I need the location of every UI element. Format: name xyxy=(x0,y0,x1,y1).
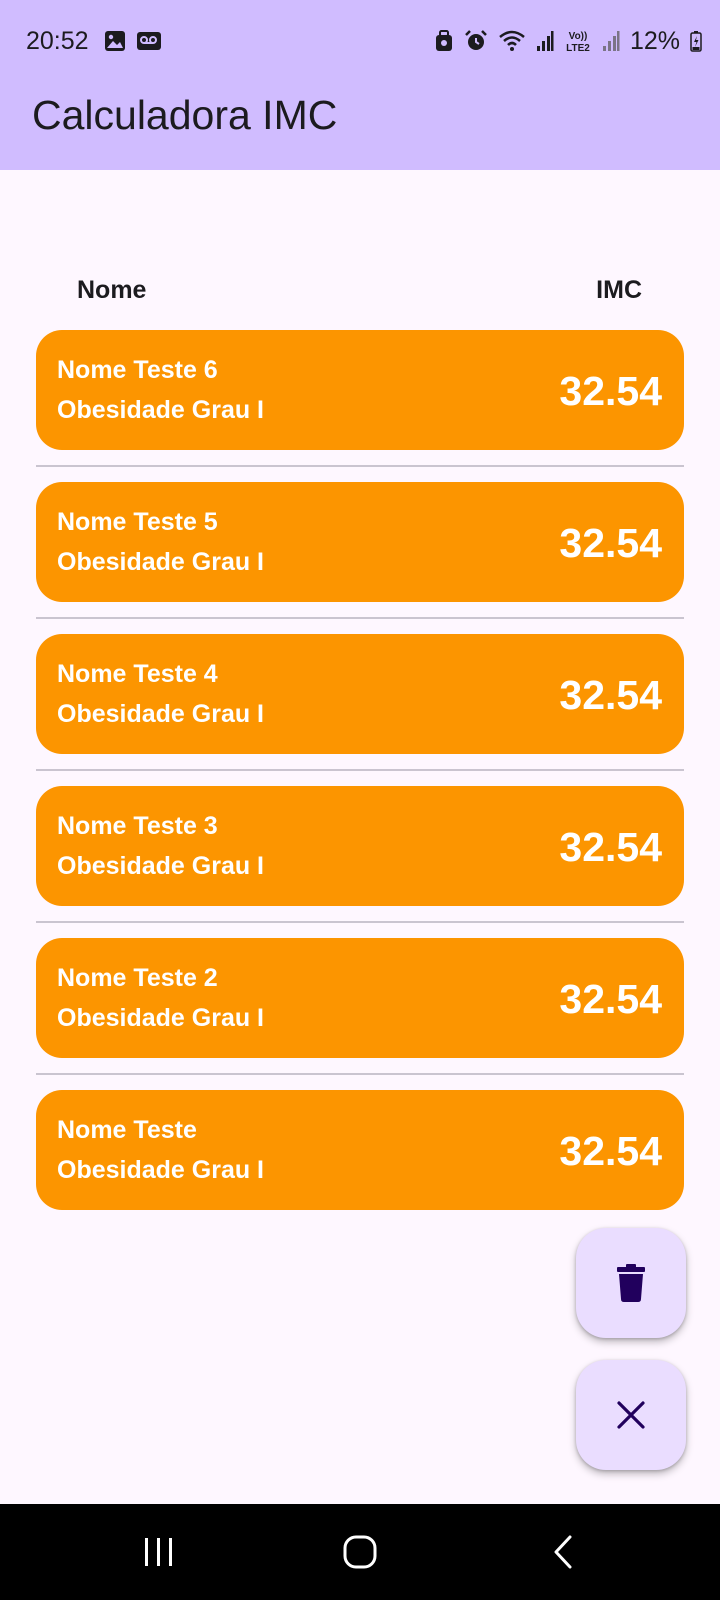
delete-all-button[interactable] xyxy=(576,1228,686,1338)
close-button[interactable] xyxy=(576,1360,686,1470)
system-nav-bar xyxy=(0,1504,720,1600)
result-category: Obesidade Grau I xyxy=(57,1004,265,1032)
result-imc-value: 32.54 xyxy=(559,520,662,566)
result-name: Nome Teste 5 xyxy=(57,508,218,536)
result-category: Obesidade Grau I xyxy=(57,548,265,576)
recents-icon[interactable] xyxy=(142,1536,176,1568)
result-category: Obesidade Grau I xyxy=(57,852,265,880)
voicemail-icon xyxy=(137,32,161,50)
result-card[interactable]: Nome Teste 5 Obesidade Grau I 32.54 xyxy=(36,482,684,602)
result-name: Nome Teste 2 xyxy=(57,964,218,992)
divider xyxy=(36,465,684,467)
divider xyxy=(36,921,684,923)
result-card[interactable]: Nome Teste 4 Obesidade Grau I 32.54 xyxy=(36,634,684,754)
result-name: Nome Teste 4 xyxy=(57,660,218,688)
result-name: Nome Teste 3 xyxy=(57,812,218,840)
briefcase-icon xyxy=(435,30,452,51)
result-card[interactable]: Nome Teste 2 Obesidade Grau I 32.54 xyxy=(36,938,684,1058)
result-imc-value: 32.54 xyxy=(559,976,662,1022)
result-category: Obesidade Grau I xyxy=(57,1156,265,1184)
result-imc-value: 32.54 xyxy=(559,672,662,718)
result-name: Nome Teste 6 xyxy=(57,356,218,384)
divider xyxy=(36,1073,684,1075)
result-card[interactable]: Nome Teste 3 Obesidade Grau I 32.54 xyxy=(36,786,684,906)
result-imc-value: 32.54 xyxy=(559,824,662,870)
image-icon xyxy=(105,31,125,51)
close-icon xyxy=(617,1401,645,1429)
battery-icon xyxy=(690,31,702,52)
result-name: Nome Teste xyxy=(57,1116,197,1144)
result-imc-value: 32.54 xyxy=(559,1128,662,1174)
result-card[interactable]: Nome Teste 6 Obesidade Grau I 32.54 xyxy=(36,330,684,450)
result-category: Obesidade Grau I xyxy=(57,700,265,728)
divider xyxy=(36,769,684,771)
result-imc-value: 32.54 xyxy=(559,368,662,414)
divider xyxy=(36,617,684,619)
svg-text:Vo)): Vo)) xyxy=(569,31,588,42)
alarm-icon xyxy=(465,30,487,50)
status-time: 20:52 xyxy=(26,27,89,55)
signal-icon xyxy=(536,31,554,51)
home-icon[interactable] xyxy=(342,1534,378,1570)
status-left-icons xyxy=(104,28,162,54)
volte-icon: Vo)) LTE2 xyxy=(566,31,590,54)
page-title: Calculadora IMC xyxy=(32,92,338,138)
signal-icon xyxy=(602,31,620,51)
trash-icon xyxy=(617,1264,645,1302)
battery-percent: 12% xyxy=(629,26,680,55)
column-header-imc: IMC xyxy=(596,276,642,304)
result-category: Obesidade Grau I xyxy=(57,396,265,424)
column-header-name: Nome xyxy=(77,276,147,304)
back-icon[interactable] xyxy=(551,1534,575,1570)
wifi-icon xyxy=(499,30,525,51)
svg-text:LTE2: LTE2 xyxy=(566,43,590,54)
status-right-icons: Vo)) LTE2 12% xyxy=(434,26,702,56)
status-bar: 20:52 Vo)) LTE2 12% xyxy=(0,0,720,82)
result-card[interactable]: Nome Teste Obesidade Grau I 32.54 xyxy=(36,1090,684,1210)
